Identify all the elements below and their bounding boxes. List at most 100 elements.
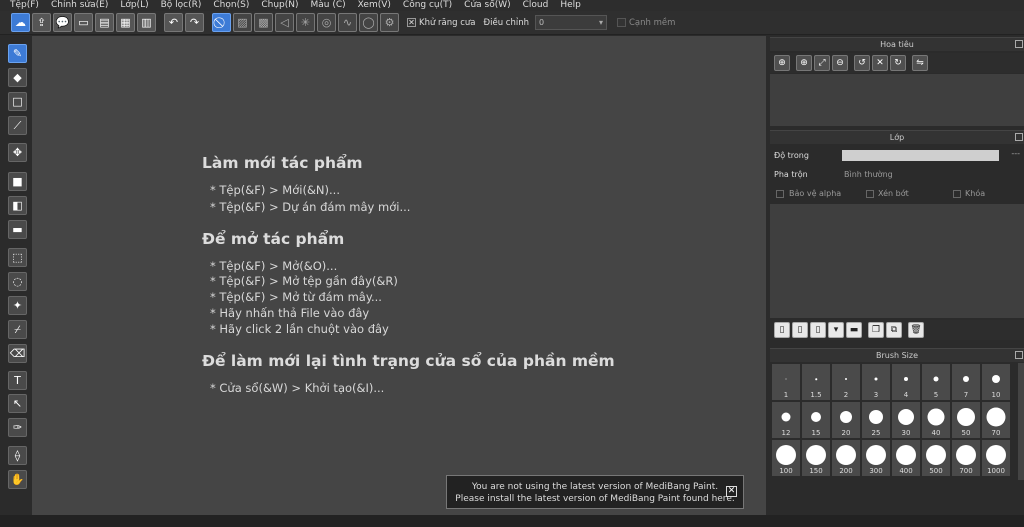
brush-size-option[interactable]: 1.5	[802, 364, 830, 400]
menu-file[interactable]: Tệp(F)	[10, 0, 39, 11]
brush-tool-icon[interactable]: ✎	[8, 44, 27, 63]
zoom-fit-icon[interactable]: ⊕	[774, 55, 790, 71]
fit-window-icon[interactable]: ⤢	[814, 55, 830, 71]
hand-tool-icon[interactable]: ✋	[8, 470, 27, 489]
select-eraser-icon[interactable]: ⌫	[8, 344, 27, 363]
rect-select-icon[interactable]: ⬚	[8, 248, 27, 267]
delete-layer-icon[interactable]: 🗑	[908, 322, 924, 338]
magic-wand-icon[interactable]: ✦	[8, 296, 27, 315]
share-icon[interactable]: ⇪	[32, 13, 51, 32]
brush-size-option[interactable]: 150	[802, 440, 830, 476]
eyedropper-tool-icon[interactable]: ⟠	[8, 446, 27, 465]
snap-settings-icon[interactable]: ⚙	[380, 13, 399, 32]
brush-size-option[interactable]: 15	[802, 402, 830, 438]
operation-tool-icon[interactable]: ↖	[8, 394, 27, 413]
menu-cloud[interactable]: Cloud	[523, 0, 549, 11]
menu-help[interactable]: Help	[560, 0, 581, 11]
lasso-select-icon[interactable]: ◌	[8, 272, 27, 291]
brush-size-option[interactable]: 700	[952, 440, 980, 476]
snap-radial-icon[interactable]: ✳	[296, 13, 315, 32]
menu-tools[interactable]: Công cụ(T)	[403, 0, 452, 11]
brush-size-option[interactable]: 25	[862, 402, 890, 438]
popout-icon[interactable]	[1015, 40, 1023, 48]
antialias-checkbox[interactable]: ✕	[407, 18, 416, 27]
popout-icon[interactable]	[1015, 351, 1023, 359]
brush-size-option[interactable]: 500	[922, 440, 950, 476]
snap-concentric-icon[interactable]: ◎	[317, 13, 336, 32]
opacity-slider[interactable]	[842, 150, 999, 161]
rotate-right-icon[interactable]: ↻	[890, 55, 906, 71]
brush-size-option[interactable]: 5	[922, 364, 950, 400]
flip-icon[interactable]: ⇋	[912, 55, 928, 71]
page-icon[interactable]: ▤	[95, 13, 114, 32]
adjust-select[interactable]: 0	[534, 15, 607, 30]
snap-grid-icon[interactable]: ▩	[254, 13, 273, 32]
clipping-checkbox[interactable]	[866, 190, 874, 198]
brush-size-option[interactable]: 50	[952, 402, 980, 438]
close-icon[interactable]: ✕	[726, 486, 737, 497]
folder-icon[interactable]: ▬	[846, 322, 862, 338]
brush-size-option[interactable]: 100	[772, 440, 800, 476]
snap-vanishing-icon[interactable]: ◁	[275, 13, 294, 32]
brush-size-option[interactable]: 12	[772, 402, 800, 438]
snap-circle-icon[interactable]: ◯	[359, 13, 378, 32]
divide-tool-icon[interactable]: ✑	[8, 418, 27, 437]
menu-window[interactable]: Cửa sổ(W)	[464, 0, 510, 11]
brush-size-option[interactable]: 3	[862, 364, 890, 400]
update-notification[interactable]: You are not using the latest version of …	[446, 475, 744, 509]
add-layer-dropdown-icon[interactable]: ▾	[828, 322, 844, 338]
brush-size-scrollbar[interactable]	[1018, 363, 1024, 480]
new-layer-icon[interactable]: ▯	[774, 322, 790, 338]
brush-size-option[interactable]: 10	[982, 364, 1010, 400]
lock-checkbox[interactable]	[953, 190, 961, 198]
brush-size-option[interactable]: 400	[892, 440, 920, 476]
new-8bit-layer-icon[interactable]: ▯	[810, 322, 826, 338]
brush-size-option[interactable]: 40	[922, 402, 950, 438]
menu-layer[interactable]: Lớp(L)	[120, 0, 148, 11]
brush-size-option[interactable]: 7	[952, 364, 980, 400]
popout-icon[interactable]	[1015, 133, 1023, 141]
fill-tool-icon[interactable]: ◧	[8, 196, 27, 215]
brush-size-option[interactable]: 30	[892, 402, 920, 438]
comic-panel-icon[interactable]: ▦	[116, 13, 135, 32]
move-tool-icon[interactable]: ✥	[8, 143, 27, 162]
dot-tool-icon[interactable]: □	[8, 92, 27, 111]
snap-parallel-icon[interactable]: ▨	[233, 13, 252, 32]
page-grid-icon[interactable]: ▥	[137, 13, 156, 32]
eraser-tool-icon[interactable]: ◆	[8, 68, 27, 87]
reset-rotation-icon[interactable]: ✕	[872, 55, 888, 71]
menu-edit[interactable]: Chỉnh sửa(E)	[51, 0, 108, 11]
gradient-tool-icon[interactable]: ▬	[8, 220, 27, 239]
rotate-left-icon[interactable]: ↺	[854, 55, 870, 71]
snap-curve-icon[interactable]: ∿	[338, 13, 357, 32]
navigator-preview[interactable]	[770, 74, 1024, 126]
brush-size-option[interactable]: 1	[772, 364, 800, 400]
undo-icon[interactable]: ↶	[164, 13, 183, 32]
redo-icon[interactable]: ↷	[185, 13, 204, 32]
cloud-icon[interactable]: ☁	[11, 13, 30, 32]
text-tool-icon[interactable]: T	[8, 371, 27, 390]
menu-color[interactable]: Màu (C)	[311, 0, 346, 11]
shape-tool-icon[interactable]: ■	[8, 172, 27, 191]
select-pen-icon[interactable]: ⌿	[8, 320, 27, 339]
comment-icon[interactable]: 💬	[53, 13, 72, 32]
brush-size-option[interactable]: 1000	[982, 440, 1010, 476]
menu-snap[interactable]: Chụp(N)	[261, 0, 298, 11]
selection-pen-icon[interactable]: ⟋	[8, 116, 27, 135]
canvas-area[interactable]: Làm mới tác phẩm * Tệp(&F) > Mới(&N)... …	[32, 36, 766, 515]
snap-off-icon[interactable]: ⃠	[212, 13, 231, 32]
duplicate-layer-icon[interactable]: ❐	[868, 322, 884, 338]
brush-size-option[interactable]: 2	[832, 364, 860, 400]
brush-size-option[interactable]: 300	[862, 440, 890, 476]
chat-icon[interactable]: ▭	[74, 13, 93, 32]
brush-size-option[interactable]: 4	[892, 364, 920, 400]
menu-view[interactable]: Xem(V)	[358, 0, 391, 11]
zoom-in-icon[interactable]: ⊕	[796, 55, 812, 71]
new-halftone-layer-icon[interactable]: ▯	[792, 322, 808, 338]
menu-select[interactable]: Chọn(S)	[213, 0, 249, 11]
zoom-out-icon[interactable]: ⊖	[832, 55, 848, 71]
layer-list[interactable]	[770, 204, 1024, 318]
brush-size-option[interactable]: 20	[832, 402, 860, 438]
protect-alpha-checkbox[interactable]	[776, 190, 784, 198]
merge-layer-icon[interactable]: ⧉	[886, 322, 902, 338]
